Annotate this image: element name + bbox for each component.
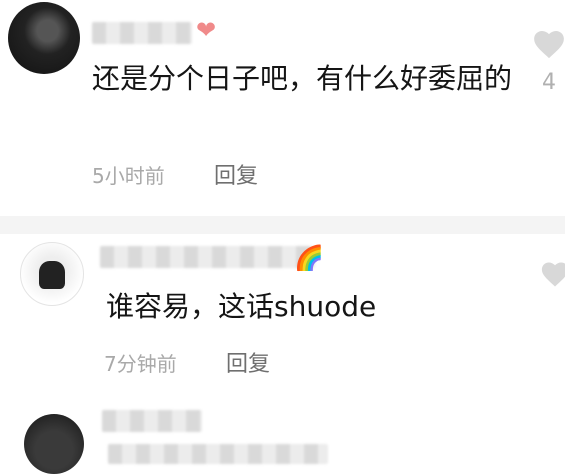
- comment-item: 🌈 谁容易，这话shuode 7分钟前 回复: [0, 234, 565, 394]
- username-blurred[interactable]: [102, 410, 202, 432]
- like-button[interactable]: [532, 28, 565, 60]
- comment-timestamp: 7分钟前: [104, 352, 177, 376]
- reply-button[interactable]: 回复: [226, 346, 270, 378]
- reply-button[interactable]: 回复: [214, 158, 258, 190]
- username-blurred[interactable]: [100, 246, 315, 268]
- heart-outline-icon: [534, 30, 564, 59]
- avatar[interactable]: [8, 2, 80, 74]
- like-button[interactable]: [540, 260, 565, 288]
- name-emoji: 🌈: [294, 244, 324, 272]
- avatar-figure: [39, 261, 65, 289]
- divider: [0, 216, 565, 234]
- comment-timestamp: 5小时前: [92, 164, 165, 188]
- heart-outline-icon: [541, 262, 565, 287]
- comment-text: 还是分个日子吧，有什么好委屈的: [92, 62, 513, 95]
- comment-item: [0, 396, 565, 474]
- comment-item: ❤ 还是分个日子吧，有什么好委屈的 5小时前 回复 4: [0, 0, 565, 215]
- username-blurred: [108, 444, 328, 464]
- comment-text: 谁容易，这话shuode: [106, 290, 377, 323]
- name-emoji: ❤: [196, 16, 217, 44]
- username-blurred[interactable]: [92, 22, 192, 44]
- like-count: 4: [542, 70, 556, 95]
- avatar[interactable]: [24, 414, 84, 474]
- avatar[interactable]: [20, 242, 84, 306]
